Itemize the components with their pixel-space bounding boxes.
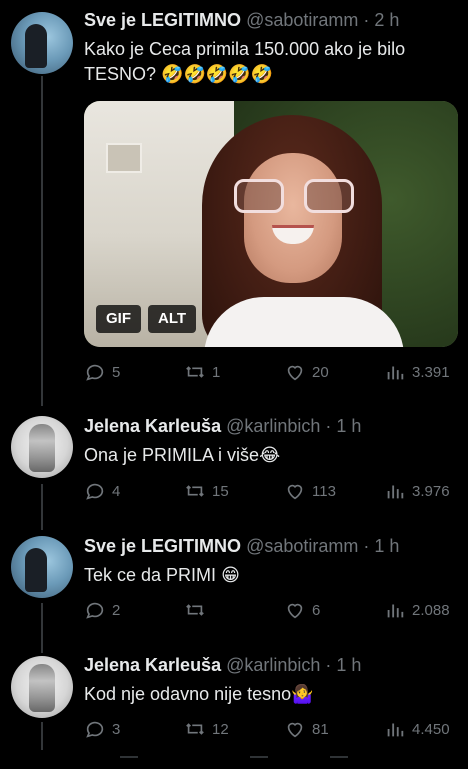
thread-line: [41, 484, 43, 530]
tweet-actions: 4 15 113 3.976: [84, 479, 460, 503]
like-icon: [287, 722, 303, 738]
views-button[interactable]: 3.391: [384, 360, 450, 384]
avatar[interactable]: [11, 656, 73, 718]
separator: ·: [320, 416, 337, 436]
retweet-icon: [186, 723, 204, 735]
tweet-header: Jelena Karleuša @karlinbich · 1 h: [84, 655, 361, 676]
retweet-button[interactable]: 1: [184, 360, 220, 384]
like-icon: [287, 603, 303, 619]
like-icon: [287, 365, 303, 381]
like-count: 6: [312, 601, 321, 619]
tweet-actions: 5 1 20 3.391: [84, 360, 460, 384]
avatar[interactable]: [11, 536, 73, 598]
reply-button[interactable]: 5: [84, 360, 120, 384]
tweet-header: Sve je LEGITIMNO @sabotiramm · 1 h: [84, 536, 399, 557]
reply-count: 4: [112, 482, 121, 500]
reply-icon: [86, 721, 104, 738]
views-count: 3.391: [412, 363, 450, 381]
reply-count: 3: [112, 720, 121, 738]
tweet-header: Sve je LEGITIMNO @sabotiramm · 2 h: [84, 10, 399, 31]
handle[interactable]: @karlinbich: [226, 655, 320, 675]
views-count: 4.450: [412, 720, 450, 738]
alt-badge[interactable]: ALT: [148, 305, 197, 333]
grin-emoji: 😁: [221, 565, 240, 585]
handle[interactable]: @sabotiramm: [246, 536, 358, 556]
laughing-emoji: 😂: [259, 445, 281, 465]
views-button[interactable]: 3.976: [384, 479, 450, 503]
tweet-media-gif[interactable]: GIF ALT: [84, 101, 458, 347]
tweet-body: Kod nje odavno nije tesno: [84, 684, 292, 704]
views-icon: [387, 485, 404, 499]
avatar[interactable]: [11, 416, 73, 478]
reply-count: 5: [112, 363, 121, 381]
views-count: 3.976: [412, 482, 450, 500]
retweet-count: 12: [212, 720, 229, 738]
thread-line: [41, 76, 43, 406]
reply-count: 2: [112, 601, 121, 619]
timestamp[interactable]: 2 h: [374, 10, 399, 30]
like-button[interactable]: 81: [284, 717, 329, 741]
gif-badge[interactable]: GIF: [96, 305, 141, 333]
tweet-body: Tek ce da PRIMI: [84, 565, 217, 585]
tweet-text: Ona je PRIMILA i više😂: [84, 443, 459, 468]
bottom-toolbar-fade: [0, 750, 468, 769]
shrug-emoji: 🤷‍♀️: [291, 684, 314, 704]
reply-icon: [86, 364, 104, 381]
tweet-body: Ona je PRIMILA i više: [84, 445, 260, 465]
handle[interactable]: @karlinbich: [226, 416, 320, 436]
views-icon: [387, 604, 404, 618]
retweet-count: 1: [212, 363, 221, 381]
avatar[interactable]: [11, 12, 73, 74]
reply-button[interactable]: 4: [84, 479, 120, 503]
views-count: 2.088: [412, 601, 450, 619]
timestamp[interactable]: 1 h: [336, 416, 361, 436]
display-name[interactable]: Sve je LEGITIMNO: [84, 10, 241, 30]
views-icon: [387, 723, 404, 737]
tweet-actions: 2 6 2.088: [84, 598, 460, 622]
separator: ·: [358, 536, 375, 556]
display-name[interactable]: Jelena Karleuša: [84, 416, 221, 436]
retweet-icon: [186, 604, 204, 616]
timestamp[interactable]: 1 h: [336, 655, 361, 675]
tweet-text: Kako je Ceca primila 150.000 ako je bilo…: [84, 37, 459, 87]
separator: ·: [320, 655, 337, 675]
views-button[interactable]: 2.088: [384, 598, 450, 622]
rofl-emoji: 🤣🤣🤣🤣🤣: [161, 64, 274, 84]
like-count: 81: [312, 720, 329, 738]
like-count: 20: [312, 363, 329, 381]
tweet-header: Jelena Karleuša @karlinbich · 1 h: [84, 416, 361, 437]
reply-button[interactable]: 2: [84, 598, 120, 622]
retweet-button[interactable]: [184, 598, 212, 622]
thread-line: [41, 603, 43, 653]
like-button[interactable]: 113: [284, 479, 336, 503]
reply-icon: [86, 602, 104, 619]
tweet-text: Tek ce da PRIMI 😁: [84, 563, 459, 588]
thread-line: [41, 722, 43, 752]
retweet-button[interactable]: 12: [184, 717, 229, 741]
tweet-actions: 3 12 81 4.450: [84, 717, 460, 741]
display-name[interactable]: Sve je LEGITIMNO: [84, 536, 241, 556]
views-button[interactable]: 4.450: [384, 717, 450, 741]
retweet-count: 15: [212, 482, 229, 500]
retweet-icon: [186, 485, 204, 497]
views-icon: [387, 366, 404, 380]
separator: ·: [358, 10, 375, 30]
reply-icon: [86, 483, 104, 500]
like-button[interactable]: 20: [284, 360, 329, 384]
timestamp[interactable]: 1 h: [374, 536, 399, 556]
like-icon: [287, 484, 303, 500]
like-count: 113: [312, 482, 336, 500]
tweet-text: Kod nje odavno nije tesno🤷‍♀️: [84, 682, 459, 707]
retweet-icon: [186, 366, 204, 378]
reply-button[interactable]: 3: [84, 717, 120, 741]
display-name[interactable]: Jelena Karleuša: [84, 655, 221, 675]
retweet-button[interactable]: 15: [184, 479, 229, 503]
handle[interactable]: @sabotiramm: [246, 10, 358, 30]
like-button[interactable]: 6: [284, 598, 320, 622]
